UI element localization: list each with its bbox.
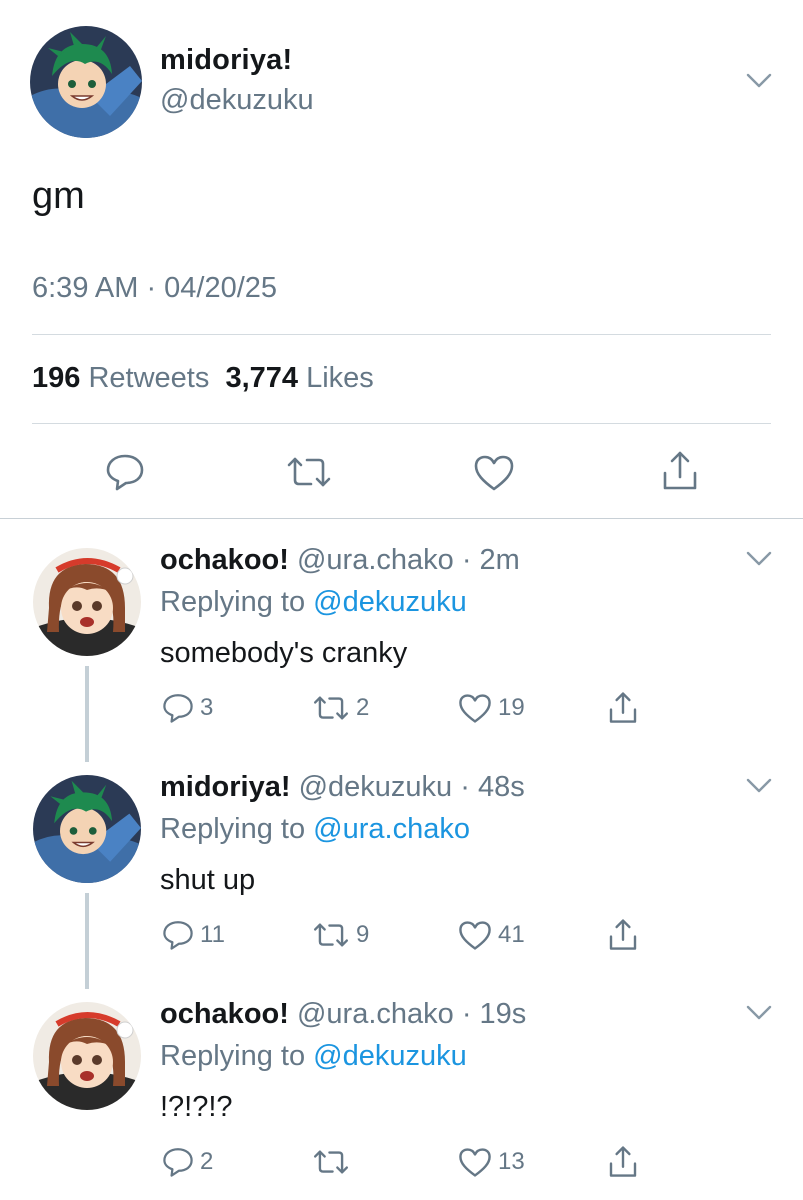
reply-button[interactable]: 3 [162,688,213,728]
author-handle[interactable]: @ura.chako [297,544,454,576]
share-button[interactable] [607,915,639,955]
retweet-button[interactable] [312,1142,356,1182]
retweet-count: 2 [356,694,370,721]
divider [32,423,771,424]
reply-text: shut up [160,864,256,896]
like-button[interactable]: 19 [458,688,525,728]
share-button[interactable] [607,1142,639,1182]
reply-count: 11 [200,921,225,948]
like-button[interactable]: 13 [458,1142,525,1182]
likes-count[interactable]: 3,774 [225,362,298,394]
replying-label: Replying to [160,1040,306,1072]
mention-link[interactable]: @ura.chako [313,813,470,845]
replying-to: Replying to @dekuzuku [160,1040,467,1073]
replying-label: Replying to [160,813,306,845]
reply-text: !?!?!? [160,1091,233,1123]
chevron-down-icon[interactable] [745,72,773,90]
tweet-timestamp[interactable]: 6:39 AM · 04/20/25 [32,272,277,305]
share-button[interactable] [607,688,639,728]
retweet-button[interactable]: 2 [312,688,369,728]
replying-to: Replying to @ura.chako [160,813,470,846]
retweets-label[interactable]: Retweets [88,362,209,394]
reply-tweet: ochakoo! @ura.chako · 2m Replying to @de… [0,520,803,748]
mention-link[interactable]: @dekuzuku [313,586,467,618]
author-name[interactable]: midoriya! [160,44,292,77]
reply-header: ochakoo! @ura.chako · 19s [160,998,526,1031]
reply-button[interactable]: 2 [162,1142,213,1182]
tweet-text: gm [32,175,85,217]
reply-actions: 2 13 [0,1142,803,1182]
like-count: 19 [498,694,525,721]
author-name[interactable]: ochakoo! [160,998,289,1030]
like-count: 41 [498,921,525,948]
author-name[interactable]: midoriya! [160,771,291,803]
replying-to: Replying to @dekuzuku [160,586,467,619]
retweet-icon[interactable] [285,452,333,492]
like-button[interactable]: 41 [458,915,525,955]
likes-label[interactable]: Likes [306,362,374,394]
reply-actions: 11 9 41 [0,915,803,955]
reply-time[interactable]: · 2m [462,544,520,576]
reply-button[interactable]: 11 [162,915,225,955]
retweet-count: 9 [356,921,370,948]
reply-icon[interactable] [105,452,145,492]
avatar[interactable] [33,1002,141,1110]
avatar[interactable] [33,775,141,883]
reply-count: 2 [200,1148,214,1175]
reply-time[interactable]: · 48s [460,771,524,803]
tweet-stats: 196 Retweets 3,774 Likes [32,362,374,395]
reply-count: 3 [200,694,214,721]
retweets-count[interactable]: 196 [32,362,80,394]
chevron-down-icon[interactable] [745,1004,773,1022]
author-handle[interactable]: @dekuzuku [160,84,314,117]
share-icon[interactable] [660,450,700,492]
divider [32,334,771,335]
like-icon[interactable] [473,454,515,492]
chevron-down-icon[interactable] [745,777,773,795]
reply-header: ochakoo! @ura.chako · 2m [160,544,520,577]
author-handle[interactable]: @ura.chako [297,998,454,1030]
main-tweet: midoriya! @dekuzuku gm 6:39 AM · 04/20/2… [0,0,803,520]
like-count: 13 [498,1148,525,1175]
reply-tweet: ochakoo! @ura.chako · 19s Replying to @d… [0,974,803,1200]
divider [0,518,803,519]
author-name[interactable]: ochakoo! [160,544,289,576]
reply-header: midoriya! @dekuzuku · 48s [160,771,525,804]
author-handle[interactable]: @dekuzuku [299,771,453,803]
retweet-button[interactable]: 9 [312,915,369,955]
reply-time[interactable]: · 19s [462,998,526,1030]
reply-tweet: midoriya! @dekuzuku · 48s Replying to @u… [0,747,803,975]
reply-text: somebody's cranky [160,637,408,669]
replying-label: Replying to [160,586,306,618]
avatar[interactable] [33,548,141,656]
reply-actions: 3 2 19 [0,688,803,728]
avatar[interactable] [30,26,142,138]
chevron-down-icon[interactable] [745,550,773,568]
mention-link[interactable]: @dekuzuku [313,1040,467,1072]
